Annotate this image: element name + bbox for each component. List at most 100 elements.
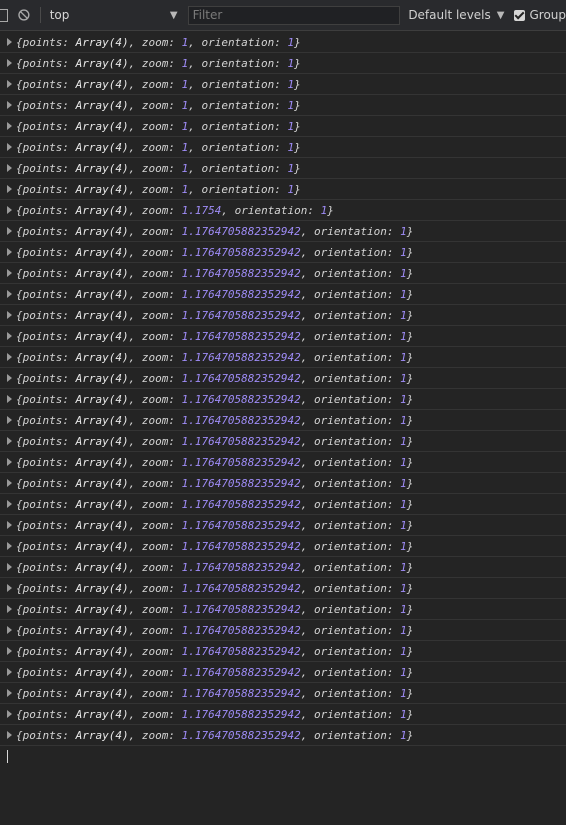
log-open-brace: { — [16, 686, 23, 700]
group-similar-toggle[interactable]: Group — [514, 8, 566, 22]
expand-triangle-icon[interactable] — [7, 59, 12, 67]
expand-triangle-icon[interactable] — [7, 122, 12, 130]
console-log-row[interactable]: {points: Array(4), zoom: 1.1764705882352… — [0, 221, 566, 242]
expand-triangle-icon[interactable] — [7, 143, 12, 151]
console-log-row[interactable]: {points: Array(4), zoom: 1.1764705882352… — [0, 494, 566, 515]
expand-triangle-icon[interactable] — [7, 710, 12, 718]
console-log-row[interactable]: {points: Array(4), zoom: 1.1764705882352… — [0, 284, 566, 305]
console-log-row[interactable]: {points: Array(4), zoom: 1.1764705882352… — [0, 368, 566, 389]
filter-input[interactable] — [187, 5, 401, 25]
expand-triangle-icon[interactable] — [7, 206, 12, 214]
log-close-brace: } — [406, 686, 414, 700]
console-log-row[interactable]: {points: Array(4), zoom: 1, orientation:… — [0, 53, 566, 74]
log-levels-dropdown[interactable]: Default levels ▼ — [408, 8, 504, 22]
console-log-row[interactable]: {points: Array(4), zoom: 1.1764705882352… — [0, 389, 566, 410]
console-log-row[interactable]: {points: Array(4), zoom: 1.1764705882352… — [0, 704, 566, 725]
console-log-row[interactable]: {points: Array(4), zoom: 1.1764705882352… — [0, 641, 566, 662]
expand-triangle-icon[interactable] — [7, 164, 12, 172]
group-similar-checkbox[interactable] — [514, 9, 526, 21]
console-log-row[interactable]: {points: Array(4), zoom: 1.1764705882352… — [0, 410, 566, 431]
context-select[interactable]: top ▼ — [50, 8, 184, 22]
log-zoom-key: , zoom: — [128, 350, 182, 364]
log-points-value: Array(4) — [75, 581, 129, 595]
console-log-row[interactable]: {points: Array(4), zoom: 1.1764705882352… — [0, 662, 566, 683]
expand-triangle-icon[interactable] — [7, 101, 12, 109]
log-open-brace: { — [16, 623, 23, 637]
log-close-brace: } — [406, 392, 414, 406]
console-log-row[interactable]: {points: Array(4), zoom: 1, orientation:… — [0, 32, 566, 53]
console-log-row[interactable]: {points: Array(4), zoom: 1.1764705882352… — [0, 620, 566, 641]
console-log-row[interactable]: {points: Array(4), zoom: 1.1764705882352… — [0, 452, 566, 473]
console-log-row[interactable]: {points: Array(4), zoom: 1.1764705882352… — [0, 725, 566, 746]
console-log-row[interactable]: {points: Array(4), zoom: 1.1764705882352… — [0, 473, 566, 494]
expand-triangle-icon[interactable] — [7, 416, 12, 424]
log-close-brace: } — [406, 476, 414, 490]
expand-triangle-icon[interactable] — [7, 731, 12, 739]
log-zoom-key: , zoom: — [128, 518, 182, 532]
log-points-value: Array(4) — [75, 140, 129, 154]
console-log-row[interactable]: {points: Array(4), zoom: 1.1754, orienta… — [0, 200, 566, 221]
log-zoom-key: , zoom: — [128, 140, 182, 154]
expand-triangle-icon[interactable] — [7, 353, 12, 361]
expand-triangle-icon[interactable] — [7, 626, 12, 634]
log-zoom-value: 1.1764705882352942 — [181, 602, 301, 616]
expand-triangle-icon[interactable] — [7, 668, 12, 676]
expand-triangle-icon[interactable] — [7, 227, 12, 235]
expand-triangle-icon[interactable] — [7, 689, 12, 697]
expand-triangle-icon[interactable] — [7, 500, 12, 508]
log-zoom-value: 1.1764705882352942 — [181, 707, 301, 721]
log-close-brace: } — [294, 119, 301, 133]
console-log-row[interactable]: {points: Array(4), zoom: 1, orientation:… — [0, 116, 566, 137]
log-orientation-key: , orientation: — [300, 560, 401, 574]
console-log-row[interactable]: {points: Array(4), zoom: 1, orientation:… — [0, 95, 566, 116]
log-orientation-value: 1 — [400, 350, 407, 364]
expand-triangle-icon[interactable] — [7, 605, 12, 613]
expand-triangle-icon[interactable] — [7, 647, 12, 655]
expand-triangle-icon[interactable] — [7, 395, 12, 403]
expand-triangle-icon[interactable] — [7, 437, 12, 445]
console-log-row[interactable]: {points: Array(4), zoom: 1.1764705882352… — [0, 347, 566, 368]
log-zoom-value: 1 — [181, 161, 189, 175]
console-log-row[interactable]: {points: Array(4), zoom: 1.1764705882352… — [0, 242, 566, 263]
log-points-value: Array(4) — [75, 728, 129, 742]
console-log-row[interactable]: {points: Array(4), zoom: 1.1764705882352… — [0, 263, 566, 284]
console-log-row[interactable]: {points: Array(4), zoom: 1, orientation:… — [0, 74, 566, 95]
console-log-row[interactable]: {points: Array(4), zoom: 1.1764705882352… — [0, 578, 566, 599]
expand-triangle-icon[interactable] — [7, 290, 12, 298]
expand-triangle-icon[interactable] — [7, 80, 12, 88]
log-points-value: Array(4) — [75, 539, 129, 553]
console-log-row[interactable]: {points: Array(4), zoom: 1.1764705882352… — [0, 305, 566, 326]
expand-triangle-icon[interactable] — [7, 521, 12, 529]
expand-triangle-icon[interactable] — [7, 248, 12, 256]
expand-triangle-icon[interactable] — [7, 479, 12, 487]
console-log-row[interactable]: {points: Array(4), zoom: 1.1764705882352… — [0, 683, 566, 704]
console-log-row[interactable]: {points: Array(4), zoom: 1, orientation:… — [0, 179, 566, 200]
console-log-row[interactable]: {points: Array(4), zoom: 1.1764705882352… — [0, 536, 566, 557]
console-log-row[interactable]: {points: Array(4), zoom: 1.1764705882352… — [0, 557, 566, 578]
console-log-row[interactable]: {points: Array(4), zoom: 1.1764705882352… — [0, 431, 566, 452]
expand-triangle-icon[interactable] — [7, 563, 12, 571]
console-log-row[interactable]: {points: Array(4), zoom: 1.1764705882352… — [0, 515, 566, 536]
console-log-row[interactable]: {points: Array(4), zoom: 1, orientation:… — [0, 137, 566, 158]
expand-triangle-icon[interactable] — [7, 185, 12, 193]
sidebar-toggle-icon[interactable] — [0, 8, 8, 22]
clear-console-icon[interactable] — [18, 9, 30, 21]
expand-triangle-icon[interactable] — [7, 38, 12, 46]
log-zoom-value: 1 — [181, 77, 189, 91]
expand-triangle-icon[interactable] — [7, 269, 12, 277]
console-log-row[interactable]: {points: Array(4), zoom: 1.1764705882352… — [0, 599, 566, 620]
log-zoom-key: , zoom: — [128, 707, 182, 721]
console-prompt[interactable] — [0, 746, 566, 767]
log-close-brace: } — [406, 539, 414, 553]
expand-triangle-icon[interactable] — [7, 332, 12, 340]
log-points-key: points: — [22, 581, 76, 595]
expand-triangle-icon[interactable] — [7, 458, 12, 466]
console-log-row[interactable]: {points: Array(4), zoom: 1, orientation:… — [0, 158, 566, 179]
log-zoom-key: , zoom: — [128, 602, 182, 616]
log-open-brace: { — [16, 266, 23, 280]
expand-triangle-icon[interactable] — [7, 542, 12, 550]
console-log-row[interactable]: {points: Array(4), zoom: 1.1764705882352… — [0, 326, 566, 347]
expand-triangle-icon[interactable] — [7, 311, 12, 319]
expand-triangle-icon[interactable] — [7, 584, 12, 592]
expand-triangle-icon[interactable] — [7, 374, 12, 382]
